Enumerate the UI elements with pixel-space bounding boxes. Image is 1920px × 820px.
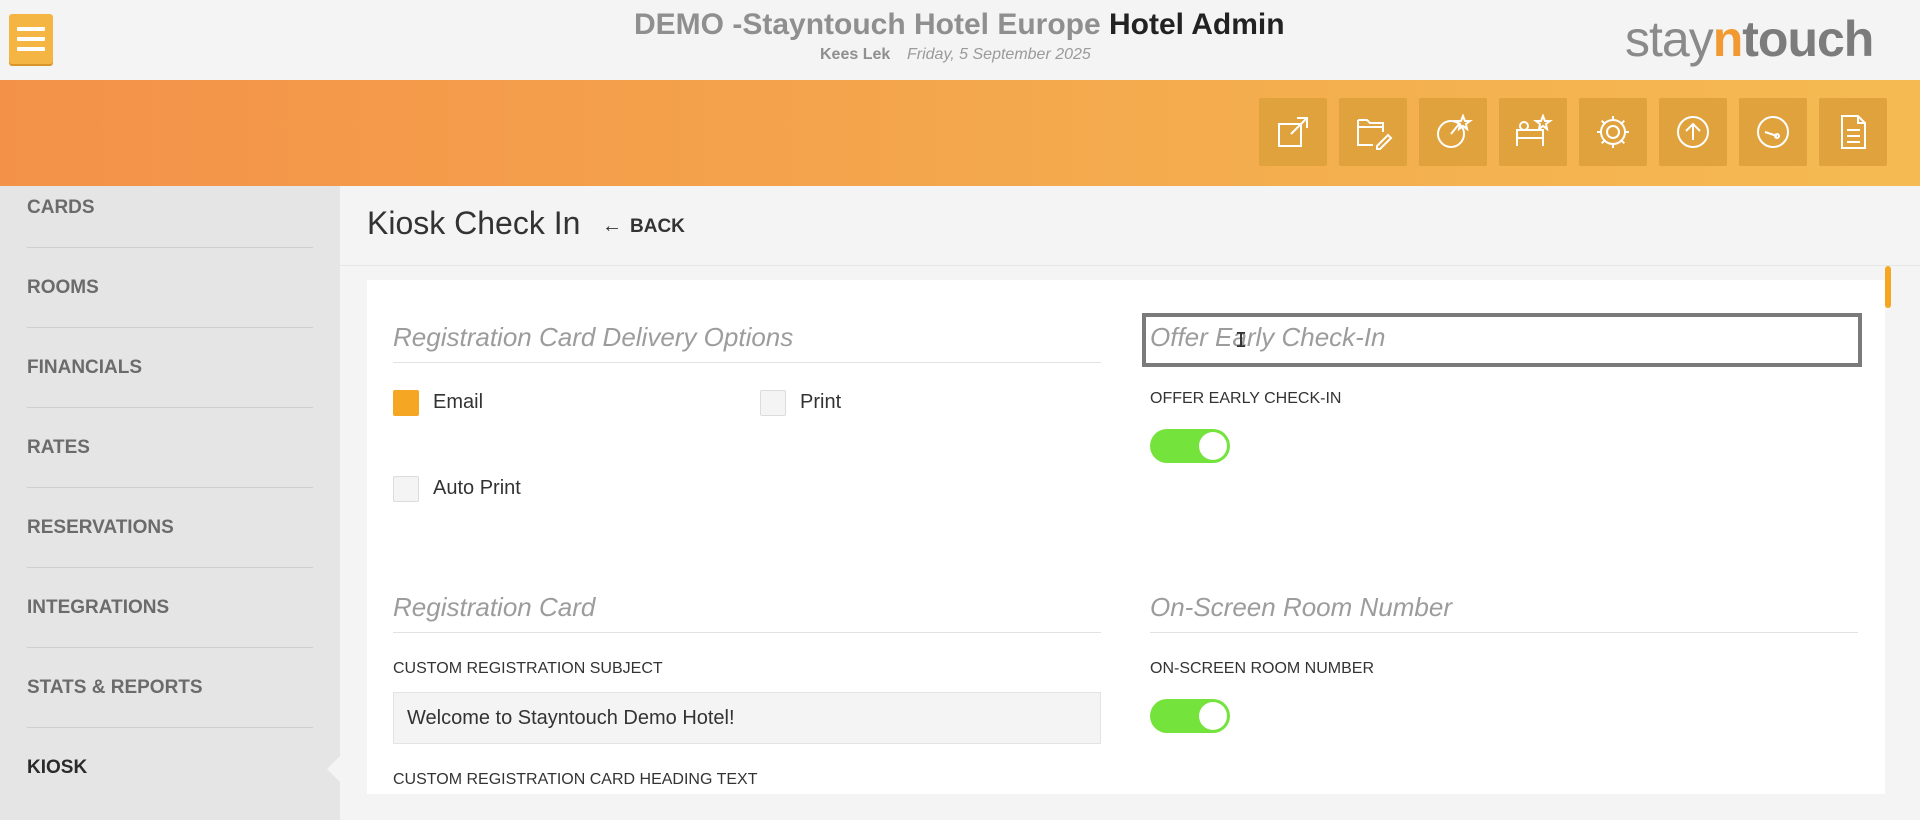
room-number-rule [1150,632,1858,633]
upload-icon [1677,116,1709,148]
active-item-pointer [327,755,341,783]
sidebar-item-rates[interactable]: RATES [27,408,313,488]
room-number-label: ON-SCREEN ROOM NUMBER [1150,660,1375,677]
logo-part-2: n [1712,11,1744,67]
dashboard-icon [1757,116,1789,148]
auto-print-label: Auto Print [433,477,521,499]
delivery-options-rule [393,362,1101,363]
bed-star-button[interactable] [1499,98,1567,166]
sidebar-item-integrations[interactable]: INTEGRATIONS [27,568,313,648]
email-label: Email [433,391,484,413]
stayntouch-logo: stayntouch [1625,10,1874,68]
back-button[interactable]: ← BACK [602,215,685,238]
email-checkbox[interactable] [393,390,419,416]
chart-star-button[interactable] [1419,98,1487,166]
document-button[interactable] [1819,98,1887,166]
menu-icon-bar [17,37,45,41]
header-divider [340,265,1920,266]
sidebar-item-reservations[interactable]: RESERVATIONS [27,488,313,568]
sidebar-item-stats-reports[interactable]: STATS & REPORTS [27,648,313,728]
auto-print-checkbox[interactable] [393,476,419,502]
sidebar-item-kiosk[interactable]: KIOSK [27,728,313,808]
folder-edit-icon [1357,119,1393,150]
early-checkin-toggle[interactable] [1150,429,1230,463]
sidebar: CARDS ROOMS FINANCIALS RATES RESERVATION… [0,186,340,820]
menu-icon [17,27,45,31]
print-label: Print [800,391,842,413]
chart-star-icon [1437,113,1473,148]
external-link-button[interactable] [1259,98,1327,166]
user-name: Kees Lek [820,46,891,63]
room-number-title: On-Screen Room Number [1150,592,1452,622]
hotel-name: DEMO -Stayntouch Hotel Europe [634,8,1101,41]
top-header: DEMO -Stayntouch Hotel Europe Hotel Admi… [0,0,1920,80]
back-arrow-icon: ← [602,215,622,237]
registration-card-title: Registration Card [393,592,596,622]
gear-icon [1597,116,1629,148]
custom-subject-label: CUSTOM REGISTRATION SUBJECT [393,660,663,677]
external-link-icon [1278,117,1308,147]
toggle-knob [1199,702,1227,730]
current-date: Friday, 5 September 2025 [907,46,1091,63]
custom-heading-label: CUSTOM REGISTRATION CARD HEADING TEXT [393,771,758,788]
room-number-toggle[interactable] [1150,699,1230,733]
upload-button[interactable] [1659,98,1727,166]
folder-edit-button[interactable] [1339,98,1407,166]
menu-icon-bar [17,47,45,51]
logo-part-1: stay [1625,11,1714,67]
app-title: Hotel Admin [1109,8,1285,41]
early-checkin-label: OFFER EARLY CHECK-IN [1150,390,1342,407]
document-icon [1841,115,1866,149]
logo-part-3: touch [1742,11,1874,67]
back-label: BACK [630,215,685,237]
toggle-knob [1199,432,1227,460]
delivery-options-title: Registration Card Delivery Options [393,322,794,352]
scrollbar[interactable] [1885,266,1891,308]
sidebar-item-rooms[interactable]: ROOMS [27,248,313,328]
sidebar-item-cards[interactable]: CARDS [27,168,313,248]
hamburger-menu-button[interactable] [9,14,53,64]
custom-subject-input[interactable]: Welcome to Stayntouch Demo Hotel! [393,692,1101,744]
print-checkbox[interactable] [760,390,786,416]
text-cursor-icon: I [1235,328,1248,352]
early-checkin-title: Offer Early Check-In [1150,322,1386,352]
dashboard-button[interactable] [1739,98,1807,166]
settings-button[interactable] [1579,98,1647,166]
bed-star-icon [1516,113,1553,146]
page-title: Kiosk Check In [367,205,581,241]
sidebar-item-financials[interactable]: FINANCIALS [27,328,313,408]
registration-card-rule [393,632,1101,633]
